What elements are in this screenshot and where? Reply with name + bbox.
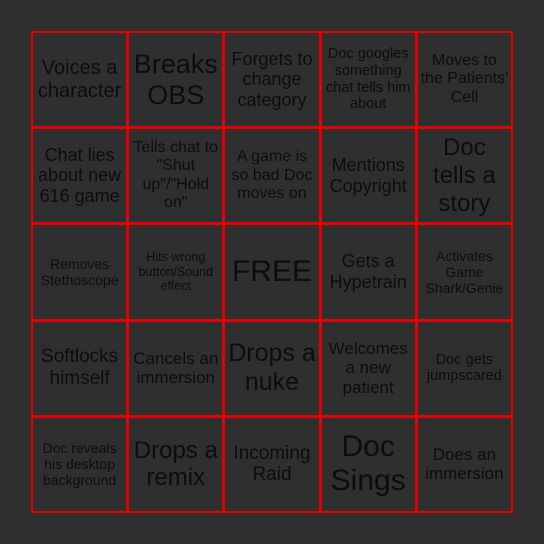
cell-text: Does an immersion — [425, 444, 504, 484]
cell-text: Cancels an immersion — [133, 348, 219, 388]
cell-text: Breaks OBS — [133, 48, 218, 110]
cell-text: Voices a character — [37, 56, 122, 102]
cell-text: Doc gets jumpscared — [426, 351, 502, 385]
cell-text: Doc Sings — [330, 429, 406, 498]
cell-text: Drops a nuke — [228, 339, 316, 397]
bingo-cell[interactable]: Softlocks himself — [33, 321, 127, 415]
bingo-cell[interactable]: Doc reveals his desktop background — [33, 417, 127, 511]
bingo-cell[interactable]: Forgets to change category — [225, 33, 319, 127]
cell-text: Removes Stethoscope — [40, 255, 119, 288]
cell-text: Welcomes a new patient — [328, 338, 408, 397]
cell-text: Moves to the Patients' Cell — [420, 52, 509, 106]
cell-text: Drops a remix — [133, 436, 218, 492]
bingo-cell[interactable]: Incoming Raid — [225, 417, 319, 511]
bingo-cell[interactable]: Voices a character — [33, 33, 127, 127]
bingo-cell[interactable]: Does an immersion — [417, 417, 511, 511]
bingo-cell[interactable]: Tells chat to "Shut up"/"Hold on" — [129, 129, 223, 223]
cell-text: Doc googles something chat tells him abo… — [325, 46, 411, 113]
bingo-cell[interactable]: Gets a Hypetrain — [321, 225, 415, 319]
cell-text: Chat lies about new 616 game — [38, 144, 122, 207]
cell-text: Mentions Copyright — [329, 155, 407, 196]
bingo-cell[interactable]: Doc Sings — [321, 417, 415, 511]
bingo-cell[interactable]: Doc tells a story — [417, 129, 511, 223]
bingo-cell[interactable]: Doc gets jumpscared — [417, 321, 511, 415]
cell-text: Hits wrong button/Sound effect — [138, 250, 213, 294]
cell-text: Incoming Raid — [233, 442, 311, 486]
cell-text: Doc tells a story — [433, 134, 496, 217]
cell-text: A game is so bad Doc moves on — [231, 148, 313, 202]
bingo-cell[interactable]: Welcomes a new patient — [321, 321, 415, 415]
cell-text: Softlocks himself — [41, 346, 119, 390]
bingo-cell[interactable]: Breaks OBS — [129, 33, 223, 127]
bingo-cell[interactable]: Hits wrong button/Sound effect — [129, 225, 223, 319]
bingo-cell[interactable]: Cancels an immersion — [129, 321, 223, 415]
bingo-cell[interactable]: Mentions Copyright — [321, 129, 415, 223]
cell-text: Activates Game Shark/Genie — [425, 247, 504, 297]
bingo-cell[interactable]: Drops a remix — [129, 417, 223, 511]
cell-text: Tells chat to "Shut up"/"Hold on" — [133, 139, 219, 212]
bingo-cell[interactable]: Doc googles something chat tells him abo… — [321, 33, 415, 127]
cell-text: Gets a Hypetrain — [329, 251, 407, 292]
cell-text: Doc reveals his desktop background — [42, 440, 117, 489]
bingo-board: Voices a character Breaks OBS Forgets to… — [31, 31, 513, 513]
cell-text: Forgets to change category — [231, 48, 313, 110]
free-space[interactable]: FREE — [225, 225, 319, 319]
bingo-cell[interactable]: Activates Game Shark/Genie — [417, 225, 511, 319]
bingo-cell[interactable]: Drops a nuke — [225, 321, 319, 415]
bingo-cell[interactable]: Removes Stethoscope — [33, 225, 127, 319]
bingo-cell[interactable]: Moves to the Patients' Cell — [417, 33, 511, 127]
cell-text: FREE — [231, 254, 312, 288]
bingo-cell[interactable]: Chat lies about new 616 game — [33, 129, 127, 223]
bingo-cell[interactable]: A game is so bad Doc moves on — [225, 129, 319, 223]
